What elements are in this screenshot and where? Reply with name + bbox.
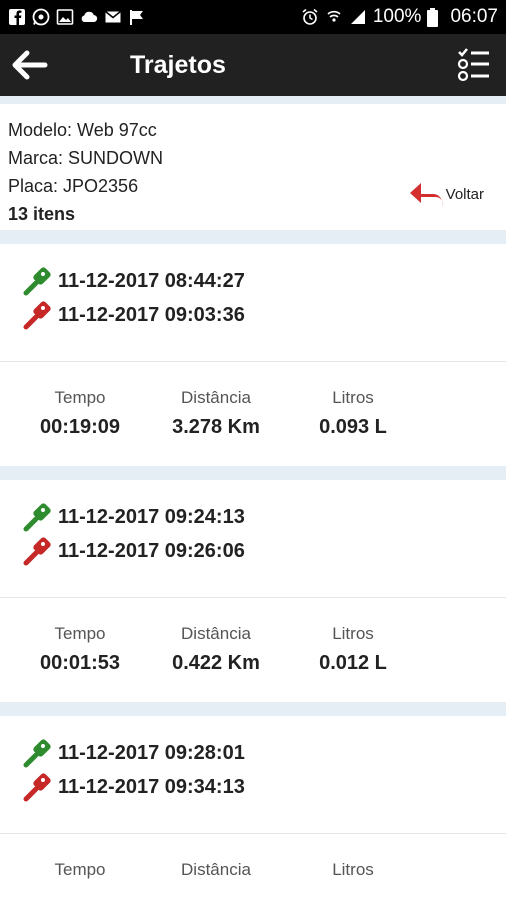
mail-icon (105, 10, 121, 23)
checklist-icon (457, 48, 489, 82)
trip-end-row: 11-12-2017 09:03:36 (22, 298, 484, 332)
stat-time-label: Tempo (54, 388, 106, 407)
stat-time-value: 00:01:53 (39, 652, 121, 674)
trip-start-row: 11-12-2017 08:44:27 (22, 264, 484, 298)
trip-start-time: 11-12-2017 09:28:01 (58, 741, 245, 764)
green-key-icon (22, 738, 54, 768)
app-bar: Trajetos (0, 34, 506, 96)
trip-end-time: 11-12-2017 09:34:13 (58, 775, 245, 798)
stat-liters: Litros 0.093 L (272, 388, 434, 466)
trip-end-time: 11-12-2017 09:03:36 (58, 303, 245, 326)
undo-arrow-icon (409, 183, 443, 207)
red-key-icon (22, 536, 54, 566)
trip-end-row: 11-12-2017 09:26:06 (22, 534, 484, 568)
whatsapp-icon (32, 8, 50, 26)
notification-icons (8, 8, 146, 26)
stat-distance: Distância (160, 860, 272, 900)
trip-start-row: 11-12-2017 09:28:01 (22, 736, 484, 770)
vehicle-model: Modelo: Web 97cc (8, 120, 157, 140)
stat-distance: Distância 0.422 Km (160, 624, 272, 702)
trip-card[interactable]: 11-12-2017 09:24:13 11-12-2017 09:26:06 … (0, 480, 506, 702)
trip-stats: Tempo Distância Litros (0, 834, 506, 900)
signal-icon (350, 10, 365, 24)
red-key-icon (22, 300, 54, 330)
back-button[interactable] (0, 34, 60, 96)
stat-time: Tempo 00:19:09 (0, 388, 160, 466)
trip-start-row: 11-12-2017 09:24:13 (22, 500, 484, 534)
status-bar: 100% 06:07 (0, 0, 506, 34)
stat-distance: Distância 3.278 Km (160, 388, 272, 466)
red-key-icon (22, 772, 54, 802)
stat-liters-value: 0.093 L (319, 416, 387, 438)
trip-times: 11-12-2017 09:24:13 11-12-2017 09:26:06 (0, 480, 506, 598)
trip-end-time: 11-12-2017 09:26:06 (58, 539, 245, 562)
arrow-left-icon (12, 50, 48, 80)
stat-time: Tempo 00:01:53 (0, 624, 160, 702)
stat-distance-label: Distância (181, 860, 251, 879)
trip-start-time: 11-12-2017 09:24:13 (58, 505, 245, 528)
stat-liters-label: Litros (332, 860, 374, 879)
checklist-menu-button[interactable] (450, 40, 498, 90)
trip-stats: Tempo 00:19:09 Distância 3.278 Km Litros 0.… (0, 362, 506, 466)
trip-times: 11-12-2017 09:28:01 11-12-2017 09:34:13 (0, 716, 506, 834)
vehicle-brand: Marca: SUNDOWN (8, 148, 164, 168)
clock: 06:07 (450, 6, 498, 27)
stat-distance-value: 0.422 Km (172, 652, 260, 674)
facebook-icon (9, 9, 25, 25)
trip-end-row: 11-12-2017 09:34:13 (22, 770, 484, 804)
stat-liters-label: Litros (332, 624, 374, 643)
voltar-label: Voltar (445, 186, 484, 203)
trip-times: 11-12-2017 08:44:27 11-12-2017 09:03:36 (0, 244, 506, 362)
stat-time: Tempo (0, 860, 160, 900)
stat-distance-value: 3.278 Km (172, 416, 260, 438)
stat-time-value: 00:19:09 (39, 416, 121, 438)
battery-percent: 100% (372, 6, 422, 27)
gallery-icon (56, 9, 74, 25)
stat-distance-label: Distância (181, 388, 251, 407)
page-title: Trajetos (130, 50, 226, 79)
flag-icon (130, 10, 143, 25)
wifi-calling-icon (327, 10, 341, 22)
green-key-icon (22, 266, 54, 296)
stat-liters: Litros 0.012 L (272, 624, 434, 702)
trip-card[interactable]: 11-12-2017 08:44:27 11-12-2017 09:03:36 … (0, 244, 506, 466)
alarm-icon (302, 8, 318, 25)
trip-stats: Tempo 00:01:53 Distância 0.422 Km Litros 0.… (0, 598, 506, 702)
green-key-icon (22, 502, 54, 532)
stat-distance-label: Distância (181, 624, 251, 643)
voltar-button[interactable]: Voltar (408, 180, 484, 210)
stat-liters-value: 0.012 L (319, 652, 387, 674)
cloud-icon (81, 11, 98, 23)
stat-liters-label: Litros (332, 388, 374, 407)
trip-card[interactable]: 11-12-2017 09:28:01 11-12-2017 09:34:13 … (0, 716, 506, 900)
trip-start-time: 11-12-2017 08:44:27 (58, 269, 245, 292)
stat-time-label: Tempo (54, 860, 106, 879)
stat-liters: Litros (272, 860, 434, 900)
vehicle-info: Modelo: Web 97cc Marca: SUNDOWN Placa: J… (0, 104, 506, 230)
battery-icon (427, 7, 439, 27)
stat-time-label: Tempo (54, 624, 106, 643)
system-icons: 100% 06:07 (301, 6, 498, 28)
